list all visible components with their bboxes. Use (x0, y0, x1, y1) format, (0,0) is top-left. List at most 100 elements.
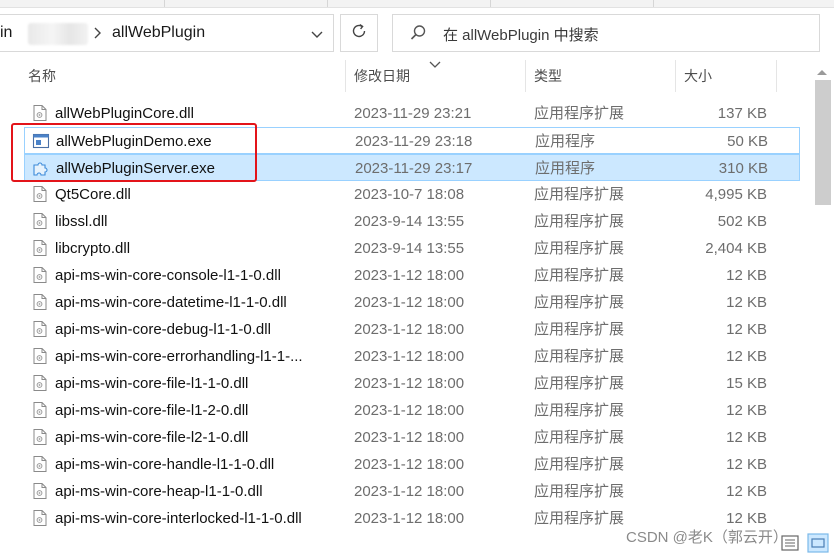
file-date: 2023-1-12 18:00 (354, 348, 465, 365)
annotation-highlight-box (11, 123, 257, 182)
search-input[interactable]: 在 allWebPlugin 中搜索 (392, 14, 820, 52)
file-size: 2,404 KB (705, 240, 767, 257)
refresh-button[interactable] (340, 14, 378, 52)
file-date: 2023-1-12 18:00 (354, 375, 465, 392)
file-type: 应用程序扩展 (534, 348, 625, 365)
file-type: 应用程序扩展 (534, 321, 625, 338)
file-name: Qt5Core.dll (55, 186, 131, 203)
file-name: allWebPluginCore.dll (55, 105, 194, 122)
file-date: 2023-1-12 18:00 (354, 294, 465, 311)
file-row[interactable]: libssl.dll 2023-9-14 13:55 应用程序扩展 502 KB (24, 208, 800, 235)
column-date[interactable]: 修改日期 (354, 60, 410, 92)
file-date: 2023-1-12 18:00 (354, 510, 465, 527)
file-size: 502 KB (717, 213, 767, 230)
chevron-down-icon[interactable] (308, 25, 326, 43)
file-type: 应用程序扩展 (534, 213, 625, 230)
file-size: 12 KB (726, 321, 767, 338)
file-type: 应用程序扩展 (534, 429, 625, 446)
file-row[interactable]: api-ms-win-core-file-l1-1-0.dll 2023-1-12… (24, 370, 800, 397)
file-size: 310 KB (718, 160, 768, 177)
file-row[interactable]: api-ms-win-core-datetime-l1-1-0.dll 2023-… (24, 289, 800, 316)
file-name: api-ms-win-core-handle-l1-1-0.dll (55, 456, 275, 473)
file-name: libssl.dll (55, 213, 108, 230)
column-divider[interactable] (675, 60, 676, 92)
file-size: 15 KB (726, 375, 767, 392)
file-type: 应用程序 (535, 133, 596, 150)
file-row[interactable]: Qt5Core.dll 2023-10-7 18:08 应用程序扩展 4,995 KB (24, 181, 800, 208)
file-name: api-ms-win-core-errorhandling-l1-1-... (55, 348, 303, 365)
scroll-up-arrow-icon[interactable] (815, 64, 829, 75)
chevron-right-icon[interactable] (93, 23, 103, 48)
ribbon-separator (653, 0, 654, 7)
file-size: 12 KB (726, 483, 767, 500)
column-header: 名称 修改日期 类型 大小 (0, 60, 834, 92)
dll-file-icon (31, 293, 49, 311)
dll-file-icon (31, 401, 49, 419)
file-name: api-ms-win-core-file-l1-1-0.dll (55, 375, 249, 392)
file-name: api-ms-win-core-file-l1-2-0.dll (55, 402, 249, 419)
ribbon-separator (164, 0, 165, 7)
dll-file-icon (31, 428, 49, 446)
file-size: 12 KB (726, 429, 767, 446)
file-row[interactable]: api-ms-win-core-errorhandling-l1-1-... 20… (24, 343, 800, 370)
search-icon (409, 24, 427, 42)
breadcrumb-blurred (28, 23, 88, 45)
column-divider[interactable] (345, 60, 346, 92)
file-name: api-ms-win-core-datetime-l1-1-0.dll (55, 294, 287, 311)
column-divider[interactable] (776, 60, 777, 92)
file-date: 2023-1-12 18:00 (354, 429, 465, 446)
file-type: 应用程序 (535, 160, 596, 177)
details-view-icon[interactable] (781, 535, 799, 551)
file-size: 12 KB (726, 294, 767, 311)
file-date: 2023-1-12 18:00 (354, 456, 465, 473)
file-type: 应用程序扩展 (534, 294, 625, 311)
file-name: api-ms-win-core-file-l2-1-0.dll (55, 429, 249, 446)
file-row[interactable]: libcrypto.dll 2023-9-14 13:55 应用程序扩展 2,404 … (24, 235, 800, 262)
file-row[interactable]: api-ms-win-core-handle-l1-1-0.dll 2023-1-… (24, 451, 800, 478)
dll-file-icon (31, 185, 49, 203)
file-row[interactable]: api-ms-win-core-console-l1-1-0.dll 2023-1… (24, 262, 800, 289)
file-row[interactable]: api-ms-win-core-file-l2-1-0.dll 2023-1-12… (24, 424, 800, 451)
file-row[interactable]: api-ms-win-core-heap-l1-1-0.dll 2023-1-12… (24, 478, 800, 505)
watermark: CSDN @老K（郭云开） (626, 526, 788, 547)
dll-file-icon (31, 374, 49, 392)
column-divider[interactable] (525, 60, 526, 92)
dll-file-icon (31, 509, 49, 527)
file-size: 12 KB (726, 348, 767, 365)
file-type: 应用程序扩展 (534, 483, 625, 500)
breadcrumb-parent[interactable]: in (0, 24, 12, 42)
file-date: 2023-9-14 13:55 (354, 240, 465, 257)
dll-file-icon (31, 482, 49, 500)
file-name: api-ms-win-core-console-l1-1-0.dll (55, 267, 281, 284)
column-type[interactable]: 类型 (534, 60, 562, 92)
scrollbar-thumb[interactable] (815, 80, 831, 205)
file-date: 2023-9-14 13:55 (354, 213, 465, 230)
dll-file-icon (31, 239, 49, 257)
file-type: 应用程序扩展 (534, 510, 625, 527)
file-row[interactable]: api-ms-win-core-file-l1-2-0.dll 2023-1-12… (24, 397, 800, 424)
file-size: 50 KB (727, 133, 768, 150)
file-type: 应用程序扩展 (534, 456, 625, 473)
file-row[interactable]: api-ms-win-core-debug-l1-1-0.dll 2023-1-1… (24, 316, 800, 343)
file-name: libcrypto.dll (55, 240, 131, 257)
ribbon-separator (327, 0, 328, 7)
dll-file-icon (31, 212, 49, 230)
file-size: 4,995 KB (705, 186, 767, 203)
file-date: 2023-1-12 18:00 (354, 483, 465, 500)
address-bar[interactable]: in allWebPlugin (0, 14, 334, 52)
file-name: api-ms-win-core-heap-l1-1-0.dll (55, 483, 263, 500)
file-type: 应用程序扩展 (534, 240, 625, 257)
breadcrumb-current[interactable]: allWebPlugin (112, 24, 205, 42)
large-icons-view-icon[interactable] (807, 533, 829, 553)
column-size[interactable]: 大小 (684, 60, 712, 92)
column-name[interactable]: 名称 (28, 60, 56, 92)
address-row: in allWebPlugin 在 allWebPlugin 中搜索 (0, 8, 834, 58)
view-mode-buttons (776, 530, 834, 555)
file-date: 2023-1-12 18:00 (354, 321, 465, 338)
file-date: 2023-11-29 23:17 (355, 160, 473, 177)
file-date: 2023-10-7 18:08 (354, 186, 465, 203)
file-type: 应用程序扩展 (534, 105, 625, 122)
file-type: 应用程序扩展 (534, 267, 625, 284)
dll-file-icon (31, 320, 49, 338)
file-date: 2023-1-12 18:00 (354, 402, 465, 419)
